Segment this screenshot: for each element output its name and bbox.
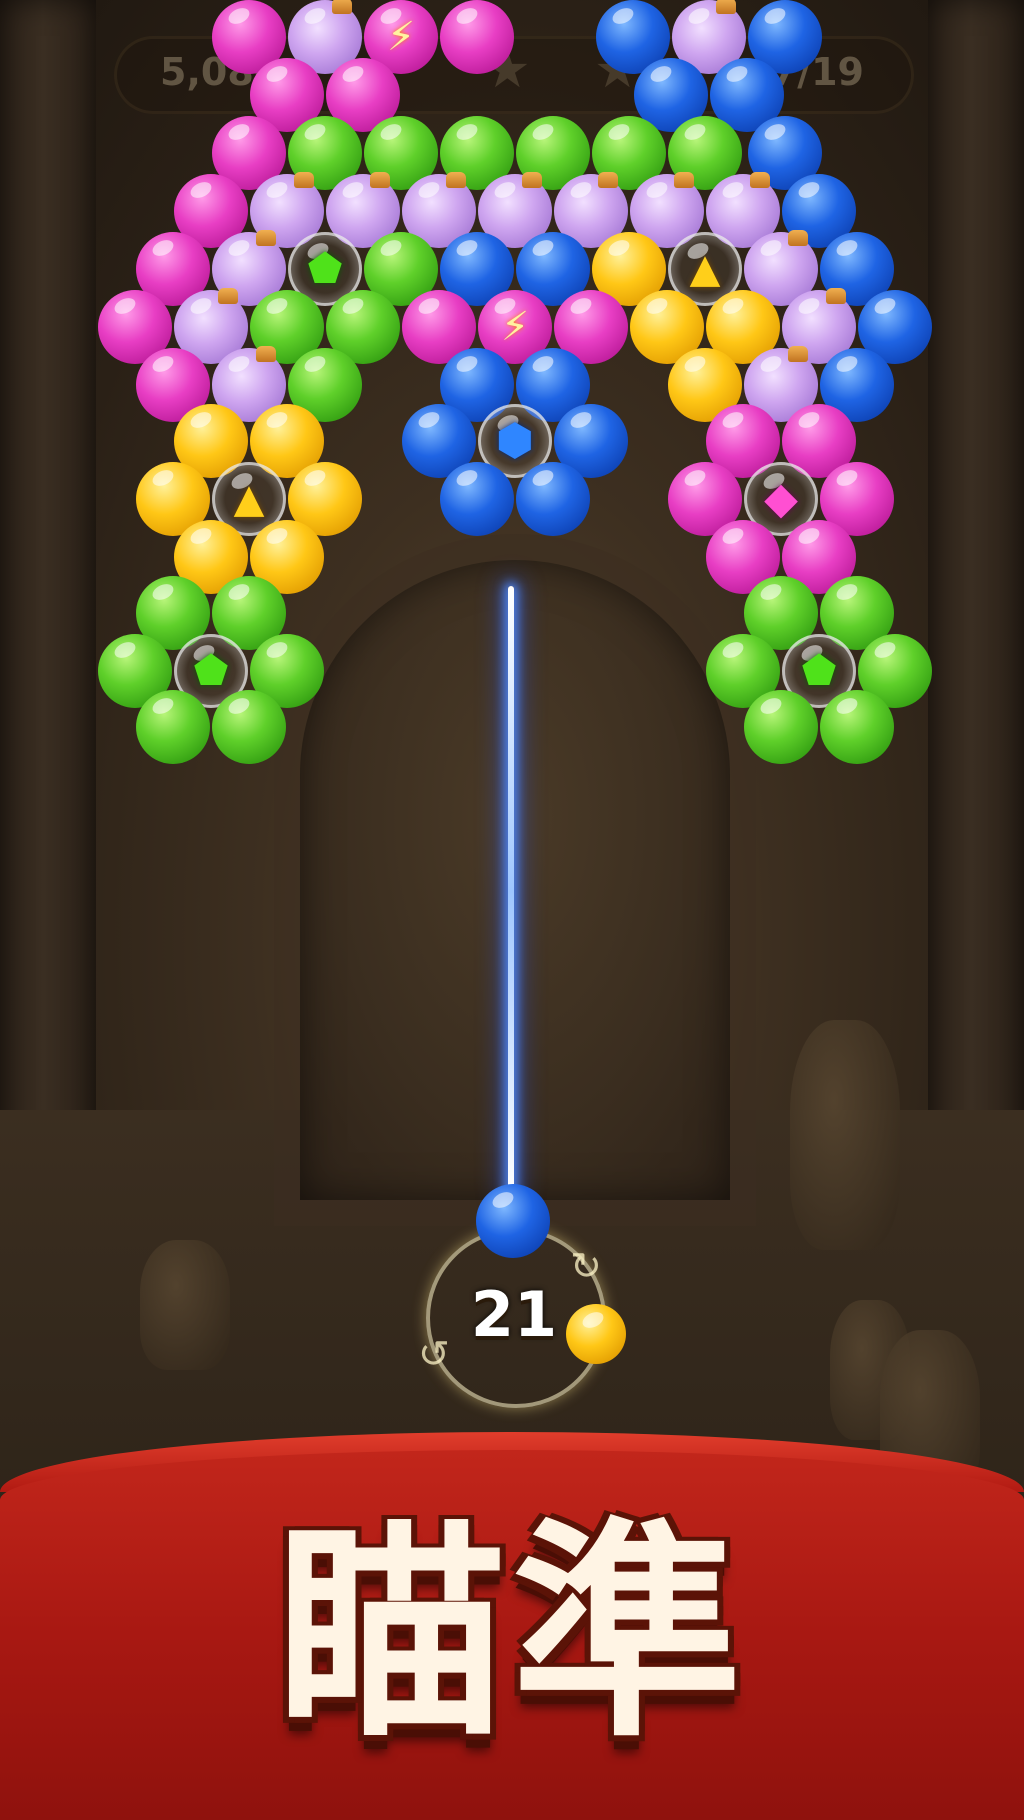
vase-left bbox=[140, 1240, 230, 1370]
blue-bubble bbox=[440, 462, 514, 536]
gem-icon: ▲ bbox=[689, 246, 721, 292]
moves-left-counter: 21 bbox=[470, 1278, 558, 1351]
green-bubble bbox=[820, 690, 894, 764]
gem-icon: ⬟ bbox=[193, 648, 229, 694]
aim-line bbox=[508, 586, 514, 1196]
lightning-icon: ⚡ bbox=[386, 14, 416, 60]
pink-bubble bbox=[440, 0, 514, 74]
gem-icon: ⬟ bbox=[801, 648, 837, 694]
gem-icon: ▲ bbox=[233, 476, 265, 522]
swap-arrow-icon[interactable]: ↺ bbox=[418, 1332, 450, 1376]
green-bubble bbox=[136, 690, 210, 764]
green-bubble bbox=[744, 690, 818, 764]
blue-bubble bbox=[516, 462, 590, 536]
banner-caption: 瞄準 bbox=[275, 1501, 748, 1768]
gem-icon: ⬟ bbox=[307, 246, 343, 292]
vase-right-3 bbox=[790, 1020, 900, 1250]
lightning-icon: ⚡ bbox=[500, 304, 530, 350]
next-bubble[interactable] bbox=[566, 1304, 626, 1364]
current-bubble[interactable] bbox=[476, 1184, 550, 1258]
gem-icon: ⬢ bbox=[495, 415, 535, 466]
stone-arch bbox=[300, 560, 730, 1200]
swap-arrow-icon[interactable]: ↻ bbox=[570, 1244, 602, 1288]
game-screen[interactable]: 5,080 ★ ★ ★ 7/19 ⚡⬟▲⚡⬢▲◆⬟⬟ ↻ ↺ 21 瞄準 bbox=[0, 0, 1024, 1820]
green-bubble bbox=[212, 690, 286, 764]
gem-icon: ◆ bbox=[764, 473, 798, 524]
